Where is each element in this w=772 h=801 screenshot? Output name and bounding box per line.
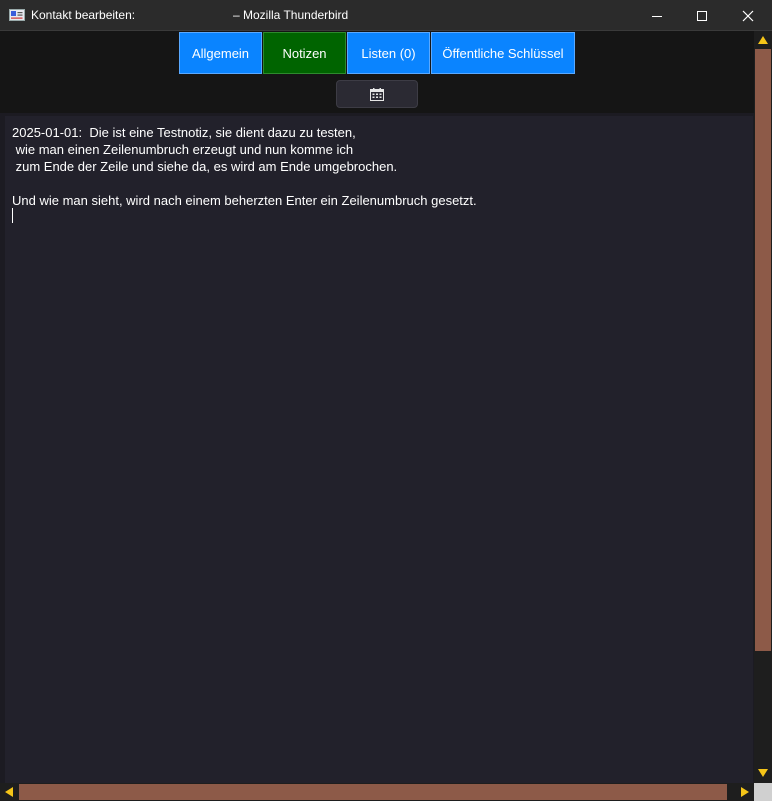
arrow-left-icon: [5, 787, 13, 797]
title-bar: Kontakt bearbeiten: – Mozilla Thunderbir…: [0, 0, 772, 31]
horizontal-scroll-thumb[interactable]: [19, 784, 727, 800]
text-caret: [12, 208, 13, 223]
maximize-button[interactable]: [679, 0, 725, 31]
close-button[interactable]: [725, 0, 771, 31]
notes-textarea[interactable]: 2025-01-01: Die ist eine Testnotiz, sie …: [5, 116, 753, 783]
note-text: 2025-01-01: Die ist eine Testnotiz, sie …: [12, 125, 477, 208]
window-title-left: Kontakt bearbeiten:: [31, 8, 136, 22]
scrollbar-corner: [754, 783, 772, 801]
arrow-down-icon: [758, 769, 768, 777]
maximize-icon: [697, 10, 707, 21]
window-title-right: – Mozilla Thunderbird: [233, 8, 349, 22]
calendar-icon: [370, 87, 384, 101]
scroll-up-button[interactable]: [755, 32, 771, 48]
tab-allgemein[interactable]: Allgemein: [179, 32, 262, 74]
tab-oeffentliche-schluessel[interactable]: Öffentliche Schlüssel: [431, 32, 575, 74]
arrow-right-icon: [741, 787, 749, 797]
insert-date-button[interactable]: [336, 80, 418, 108]
tab-bar: Allgemein Notizen Listen (0) Öffentliche…: [0, 31, 772, 113]
vertical-scroll-thumb[interactable]: [755, 49, 771, 651]
contact-card-icon: [9, 9, 25, 21]
minimize-icon: [652, 15, 662, 17]
tab-listen[interactable]: Listen (0): [347, 32, 430, 74]
scroll-left-button[interactable]: [1, 784, 17, 800]
scroll-down-button[interactable]: [755, 765, 771, 781]
close-icon: [742, 10, 754, 21]
minimize-button[interactable]: [634, 0, 680, 31]
tab-notizen[interactable]: Notizen: [263, 32, 346, 74]
scroll-right-button[interactable]: [737, 784, 753, 800]
arrow-up-icon: [758, 36, 768, 44]
